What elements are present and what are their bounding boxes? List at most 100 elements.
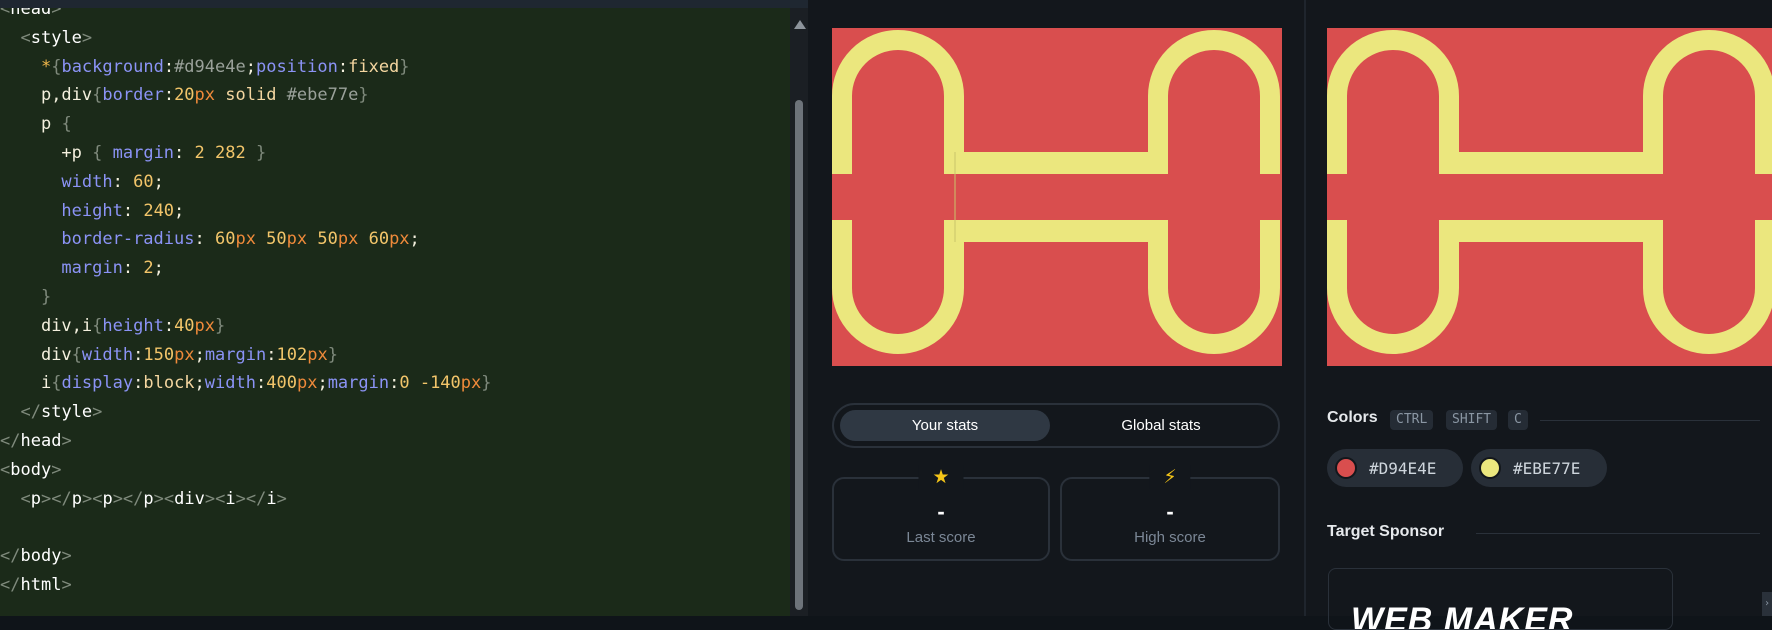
code-token: width [204,373,256,394]
code-line[interactable]: <style> [0,24,492,53]
code-token: 2 [143,258,154,279]
code-token: </ [0,574,21,595]
code-line[interactable]: </html> [0,571,492,600]
code-token: : [194,229,215,250]
code-token: 50 [317,229,338,250]
code-token: head [20,430,62,451]
code-token: body [20,546,62,567]
color-swatch-red[interactable]: #D94E4E [1327,449,1463,487]
code-token: 40 [174,315,195,336]
code-token: 150 [143,344,175,365]
color-swatch-yellow[interactable]: #EBE77E [1471,449,1607,487]
code-token: px [296,373,318,394]
code-token: </ [0,546,21,567]
code-token: 400 [266,373,297,394]
shape-arch [1148,30,1280,174]
code-token: 240 [143,200,175,221]
code-line[interactable]: div{width:150px;margin:102px} [0,341,492,370]
code-token: i [40,373,52,394]
code-token: solid [215,85,287,106]
code-token: : [112,171,134,192]
editor-scrollbar[interactable] [790,8,808,616]
code-token: px [337,229,369,250]
code-token: p [40,114,62,135]
code-token: ; [317,373,328,394]
shape-bar [954,152,1158,174]
code-line[interactable]: margin: 2; [0,254,492,283]
code-token: margin [112,142,175,163]
code-token: >< [204,488,226,509]
code-line[interactable]: div,i{height:40px} [0,312,492,341]
code-token: width [81,344,134,365]
code-line[interactable]: } [0,283,492,312]
code-token: > [51,8,62,19]
code-line[interactable]: i{display:block;width:400px;margin:0 -14… [0,369,492,398]
code-token: } [327,344,338,365]
code-token: height [102,315,164,336]
code-token: } [481,373,492,394]
color-dot [1335,457,1357,479]
code-token: body [10,459,52,480]
code-line[interactable]: </body> [0,542,492,571]
scroll-thumb[interactable] [795,100,803,610]
code-content[interactable]: <head> <style> *{background:#d94e4e;posi… [0,8,492,600]
code-line[interactable]: <p></p><p></p><div><i></i> [0,485,492,514]
code-token: : [133,373,144,394]
code-token: < [0,8,11,19]
tab-global-stats[interactable]: Global stats [1056,410,1266,441]
color-dot [1479,457,1501,479]
code-token: margin [327,373,390,394]
code-line[interactable]: <head> [0,8,492,24]
shape-bar [1449,152,1653,174]
code-token: px [194,315,216,336]
code-token: 60 [133,171,154,192]
code-editor[interactable]: <head> <style> *{background:#d94e4e;posi… [0,8,790,616]
target-preview [1327,28,1772,366]
code-token: style [30,27,82,48]
code-token: } [40,286,52,307]
code-line[interactable]: </style> [0,398,492,427]
color-hex: #EBE77E [1513,458,1581,478]
expand-icon[interactable]: › [1762,592,1772,616]
output-preview [832,28,1282,366]
code-line[interactable]: </head> [0,427,492,456]
code-token: : [174,142,195,163]
shape-arch [1148,220,1280,354]
colors-title: Colors [1327,409,1378,426]
code-token: style [40,402,93,423]
tab-your-stats[interactable]: Your stats [840,410,1050,441]
code-token: } [399,56,410,77]
shortcut-key-c: C [1508,410,1528,430]
code-token: } [215,315,226,336]
code-token: px [235,229,267,250]
code-token: px [307,344,328,365]
code-line[interactable]: width: 60; [0,168,492,197]
code-line[interactable]: *{background:#d94e4e;position:fixed} [0,53,492,82]
code-line[interactable]: height: 240; [0,197,492,226]
shape-arch [832,30,964,174]
code-token: { [51,56,62,77]
code-line[interactable]: +p { margin: 2 282 } [0,139,492,168]
code-token: height [61,200,123,221]
code-line[interactable]: p { [0,110,492,139]
code-token: ; [153,171,164,192]
code-token: 2 282 [194,142,256,163]
code-line[interactable]: p,div{border:20px solid #ebe77e} [0,81,492,110]
sponsor-card[interactable]: WEB MAKER [1328,568,1673,630]
code-token: : [266,344,277,365]
code-line[interactable]: border-radius: 60px 50px 50px 60px; [0,225,492,254]
code-token: : [389,373,400,394]
code-token: p [143,488,154,509]
code-token: div,i [40,315,93,336]
code-line[interactable]: ​ [0,513,492,542]
code-line[interactable]: <body> [0,456,492,485]
code-token: p [102,488,113,509]
code-token: div [40,344,72,365]
scroll-up-arrow-icon[interactable] [794,20,806,29]
